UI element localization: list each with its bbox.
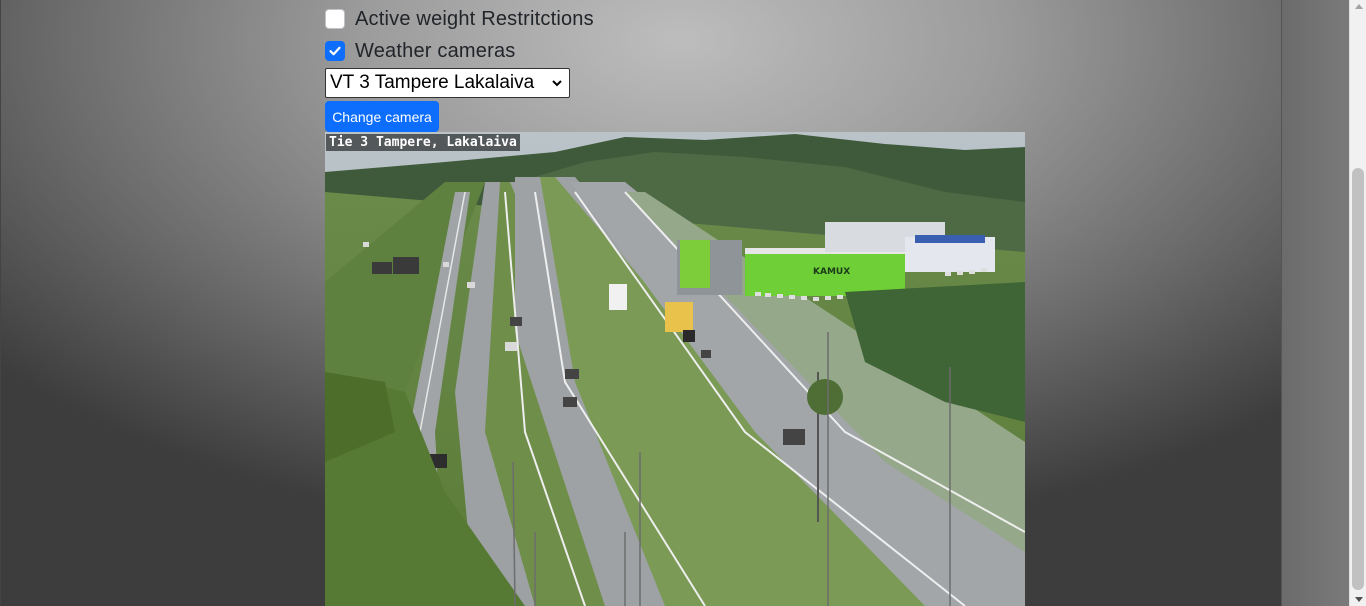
scrollbar-thumb[interactable] — [1352, 168, 1364, 590]
weight-restrictions-option[interactable]: Active weight Restritctions — [325, 7, 594, 31]
right-margin-band — [1281, 0, 1350, 606]
camera-caption: Tie 3 Tampere, Lakalaiva — [326, 134, 520, 151]
highway-camera-photo: KAMUX — [325, 132, 1025, 606]
left-border — [0, 0, 1, 606]
scroll-up-icon[interactable] — [1355, 4, 1363, 9]
weather-camera-image: KAMUX Tie 3 Tampere, Lakalaiva — [325, 132, 1025, 606]
checkmark-icon — [329, 46, 341, 56]
weather-cameras-label: Weather cameras — [355, 39, 516, 62]
scroll-down-icon[interactable] — [1355, 597, 1363, 602]
weather-cameras-option[interactable]: Weather cameras — [325, 39, 515, 63]
chevron-down-icon — [552, 80, 562, 87]
camera-select[interactable]: VT 3 Tampere Lakalaiva — [325, 68, 570, 98]
weather-cameras-checkbox[interactable] — [325, 41, 345, 61]
building-sign: KAMUX — [813, 267, 850, 277]
page-scrollbar[interactable] — [1349, 0, 1366, 606]
camera-select-value: VT 3 Tampere Lakalaiva — [330, 72, 535, 93]
weight-restrictions-label: Active weight Restritctions — [355, 7, 594, 30]
change-camera-button[interactable]: Change camera — [325, 101, 439, 132]
weight-restrictions-checkbox[interactable] — [325, 9, 345, 29]
